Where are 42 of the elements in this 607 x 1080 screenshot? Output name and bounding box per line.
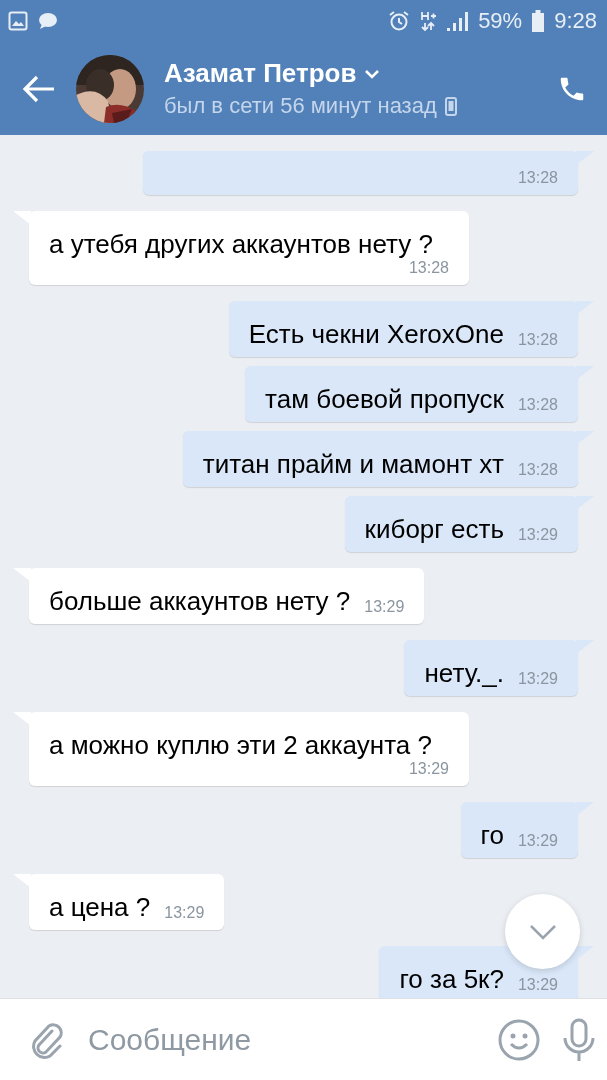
message-text: а цена ? xyxy=(49,892,151,922)
signal-icon xyxy=(446,10,469,32)
message-text: а утебя других аккаунтов нету ? xyxy=(49,229,434,259)
emoji-icon[interactable] xyxy=(498,1019,540,1061)
gallery-icon xyxy=(8,11,28,31)
message-time: 13:29 xyxy=(517,670,558,688)
message-time: 13:28 xyxy=(517,461,558,479)
message-time: 13:28 xyxy=(517,396,558,414)
battery-icon xyxy=(532,10,545,32)
message-text: а можно куплю эти 2 аккаунта ? xyxy=(49,730,433,760)
message-time: 13:29 xyxy=(164,904,205,922)
network-icon xyxy=(420,10,437,32)
message-time: 13:29 xyxy=(364,598,405,616)
message-time: 13:29 xyxy=(517,832,558,850)
battery-percent: 59% xyxy=(478,8,523,34)
attach-icon[interactable] xyxy=(30,1021,64,1059)
message-time: 13:28 xyxy=(408,259,449,277)
microphone-icon[interactable] xyxy=(562,1018,596,1062)
message-time: 13:28 xyxy=(517,169,558,187)
message-text: го за 5к? xyxy=(399,964,504,994)
message-text: го xyxy=(480,820,504,850)
message-text: там боевой пропуск xyxy=(265,384,504,414)
chevron-down-icon[interactable] xyxy=(527,922,558,941)
clock: 9:28 xyxy=(554,8,597,34)
message-text: титан прайм и мамонт хт xyxy=(202,449,504,479)
message-input[interactable]: Сообщение xyxy=(86,1022,476,1058)
message-time: 13:29 xyxy=(517,976,558,994)
message-time: 13:29 xyxy=(517,526,558,544)
message-text: Есть чекни XeroxOne xyxy=(248,319,504,349)
chat-bubble-icon xyxy=(38,12,58,30)
chevron-down-icon[interactable] xyxy=(364,68,381,79)
alarm-icon xyxy=(388,10,411,32)
message-text: больше аккаунтов нету ? xyxy=(49,586,351,616)
message-text: киборг есть xyxy=(364,514,504,544)
contact-name[interactable]: Азамат Петров xyxy=(164,58,357,89)
last-seen-status: был в сети 56 минут назад xyxy=(164,93,437,119)
phone-device-icon xyxy=(444,96,457,116)
scroll-down-button[interactable] xyxy=(505,894,580,969)
back-button[interactable] xyxy=(22,74,56,103)
message-text: нету._. xyxy=(424,658,504,688)
message-time: 13:29 xyxy=(408,760,449,778)
message-time: 13:28 xyxy=(517,331,558,349)
